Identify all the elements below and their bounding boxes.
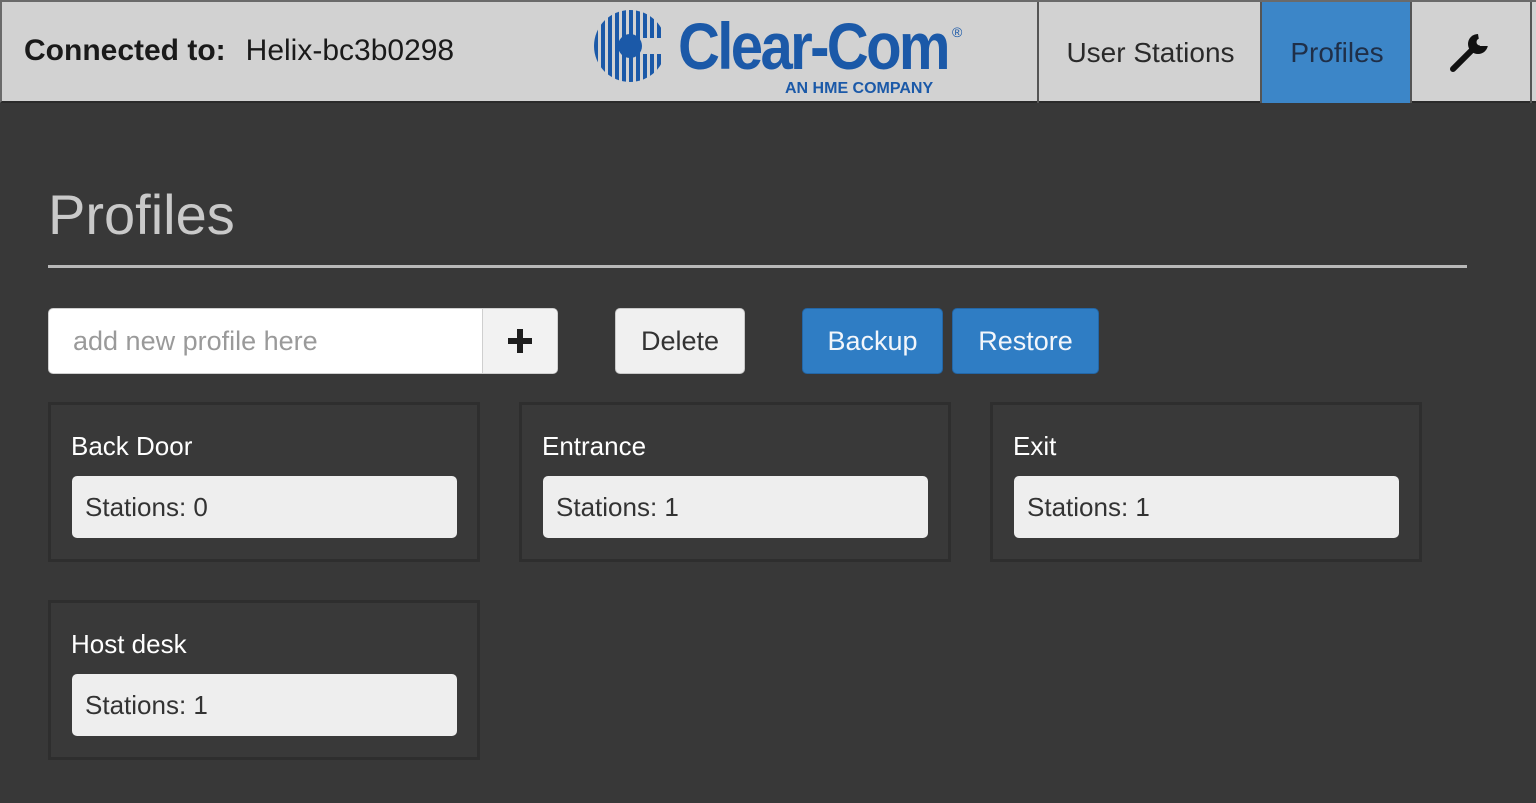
- connected-host: Helix-bc3b0298: [245, 34, 455, 67]
- profile-card-entrance[interactable]: Entrance Stations: 1: [519, 402, 951, 562]
- wrench-icon: [1450, 33, 1490, 72]
- plus-icon: [508, 329, 532, 353]
- profile-stations-count: Stations: 0: [72, 476, 457, 538]
- delete-button[interactable]: Delete: [615, 308, 745, 374]
- profile-name: Entrance: [542, 431, 647, 461]
- logo-registered: ®: [952, 24, 963, 40]
- profile-stations-count: Stations: 1: [543, 476, 928, 538]
- profile-name: Exit: [1013, 431, 1057, 461]
- nav-profiles[interactable]: Profiles: [1260, 2, 1412, 103]
- add-profile-button[interactable]: [482, 309, 557, 373]
- connection-status: Connected to: Helix-bc3b0298: [24, 34, 454, 68]
- profile-stations-count: Stations: 1: [72, 674, 457, 736]
- nav-user-stations[interactable]: User Stations: [1037, 2, 1262, 103]
- profile-name: Host desk: [71, 629, 187, 659]
- profile-card-exit[interactable]: Exit Stations: 1: [990, 402, 1422, 562]
- profile-card-host-desk[interactable]: Host desk Stations: 1: [48, 600, 480, 760]
- connected-label: Connected to:: [24, 34, 226, 67]
- restore-button[interactable]: Restore: [952, 308, 1099, 374]
- new-profile-input[interactable]: [49, 309, 482, 373]
- logo-brand: Clear-Com: [678, 9, 951, 83]
- page-title: Profiles: [48, 183, 235, 246]
- clear-com-logo: Clear-Com ® AN HME COMPANY: [592, 8, 972, 98]
- nav-tools[interactable]: [1410, 2, 1532, 103]
- top-bar: Connected to: Helix-bc3b0298 Clear-Com ®…: [0, 0, 1536, 103]
- clear-com-emblem-icon: [594, 10, 672, 82]
- profile-name: Back Door: [71, 431, 193, 461]
- profile-stations-count: Stations: 1: [1014, 476, 1399, 538]
- add-profile-group: [48, 308, 558, 374]
- logo-tagline: AN HME COMPANY: [785, 80, 934, 97]
- profile-card-back-door[interactable]: Back Door Stations: 0: [48, 402, 480, 562]
- backup-button[interactable]: Backup: [802, 308, 943, 374]
- title-divider: [48, 265, 1467, 268]
